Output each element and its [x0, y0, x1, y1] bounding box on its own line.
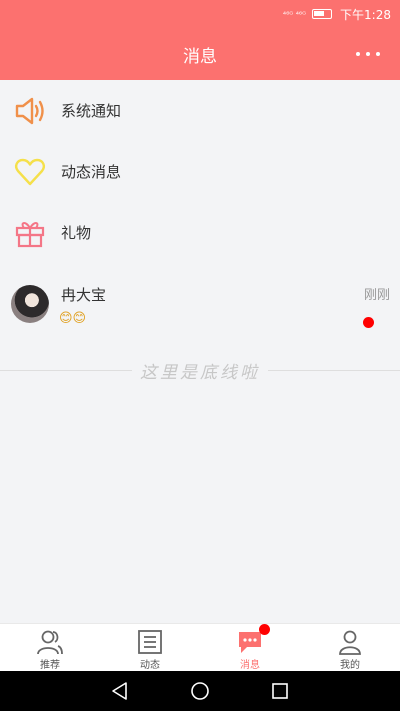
- speaker-icon: [12, 93, 48, 129]
- tab-label: 动态: [140, 660, 160, 671]
- back-icon[interactable]: [100, 671, 140, 711]
- tab-feed[interactable]: 动态: [100, 624, 200, 671]
- system-notice-label: 系统通知: [61, 102, 122, 120]
- people-icon: [36, 628, 64, 655]
- tab-messages[interactable]: 消息: [200, 624, 300, 671]
- message-time: 刚刚: [363, 288, 390, 303]
- more-dot: [356, 52, 360, 56]
- bottom-tab-bar: 推荐 动态 消息 我的: [0, 623, 400, 671]
- end-of-list-text: 这里是底线啦: [140, 362, 260, 383]
- title-bar: 消息: [0, 28, 400, 80]
- avatar: [11, 285, 49, 323]
- signal-indicators: ⁴⁶ᴳ ⁴⁶ᴳ: [282, 9, 307, 19]
- unread-badge: [363, 317, 374, 328]
- system-nav-bar: [0, 671, 400, 711]
- system-notice-item[interactable]: 系统通知: [0, 80, 400, 141]
- more-dot: [376, 52, 380, 56]
- heart-icon: [12, 154, 48, 190]
- tab-recommend[interactable]: 推荐: [0, 624, 100, 671]
- activity-message-label: 动态消息: [61, 163, 122, 181]
- status-time: 下午1:28: [340, 7, 391, 22]
- notification-list: 系统通知 动态消息 礼物: [0, 80, 400, 263]
- app-header: ⁴⁶ᴳ ⁴⁶ᴳ 下午1:28 消息: [0, 0, 400, 80]
- feed-icon: [136, 628, 164, 655]
- gift-label: 礼物: [61, 224, 92, 242]
- end-of-list-divider: 这里是底线啦: [0, 360, 400, 383]
- profile-icon: [336, 628, 364, 655]
- gift-item[interactable]: 礼物: [0, 202, 400, 263]
- recents-icon[interactable]: [260, 671, 300, 711]
- gift-icon: [12, 215, 48, 251]
- tab-label: 消息: [240, 660, 260, 671]
- tab-profile[interactable]: 我的: [300, 624, 400, 671]
- message-preview: 😊😊: [59, 311, 87, 326]
- more-dot: [366, 52, 370, 56]
- page-title: 消息: [183, 46, 217, 67]
- conversation-item[interactable]: 冉大宝 刚刚 😊😊: [0, 273, 400, 335]
- battery-icon: [312, 9, 333, 19]
- tab-label: 我的: [340, 660, 360, 671]
- activity-message-item[interactable]: 动态消息: [0, 141, 400, 202]
- tab-label: 推荐: [40, 660, 60, 671]
- tab-badge: [259, 624, 270, 635]
- home-icon[interactable]: [180, 671, 220, 711]
- more-icon[interactable]: [356, 28, 380, 80]
- contact-name: 冉大宝: [61, 286, 107, 304]
- status-bar: ⁴⁶ᴳ ⁴⁶ᴳ 下午1:28: [0, 0, 400, 28]
